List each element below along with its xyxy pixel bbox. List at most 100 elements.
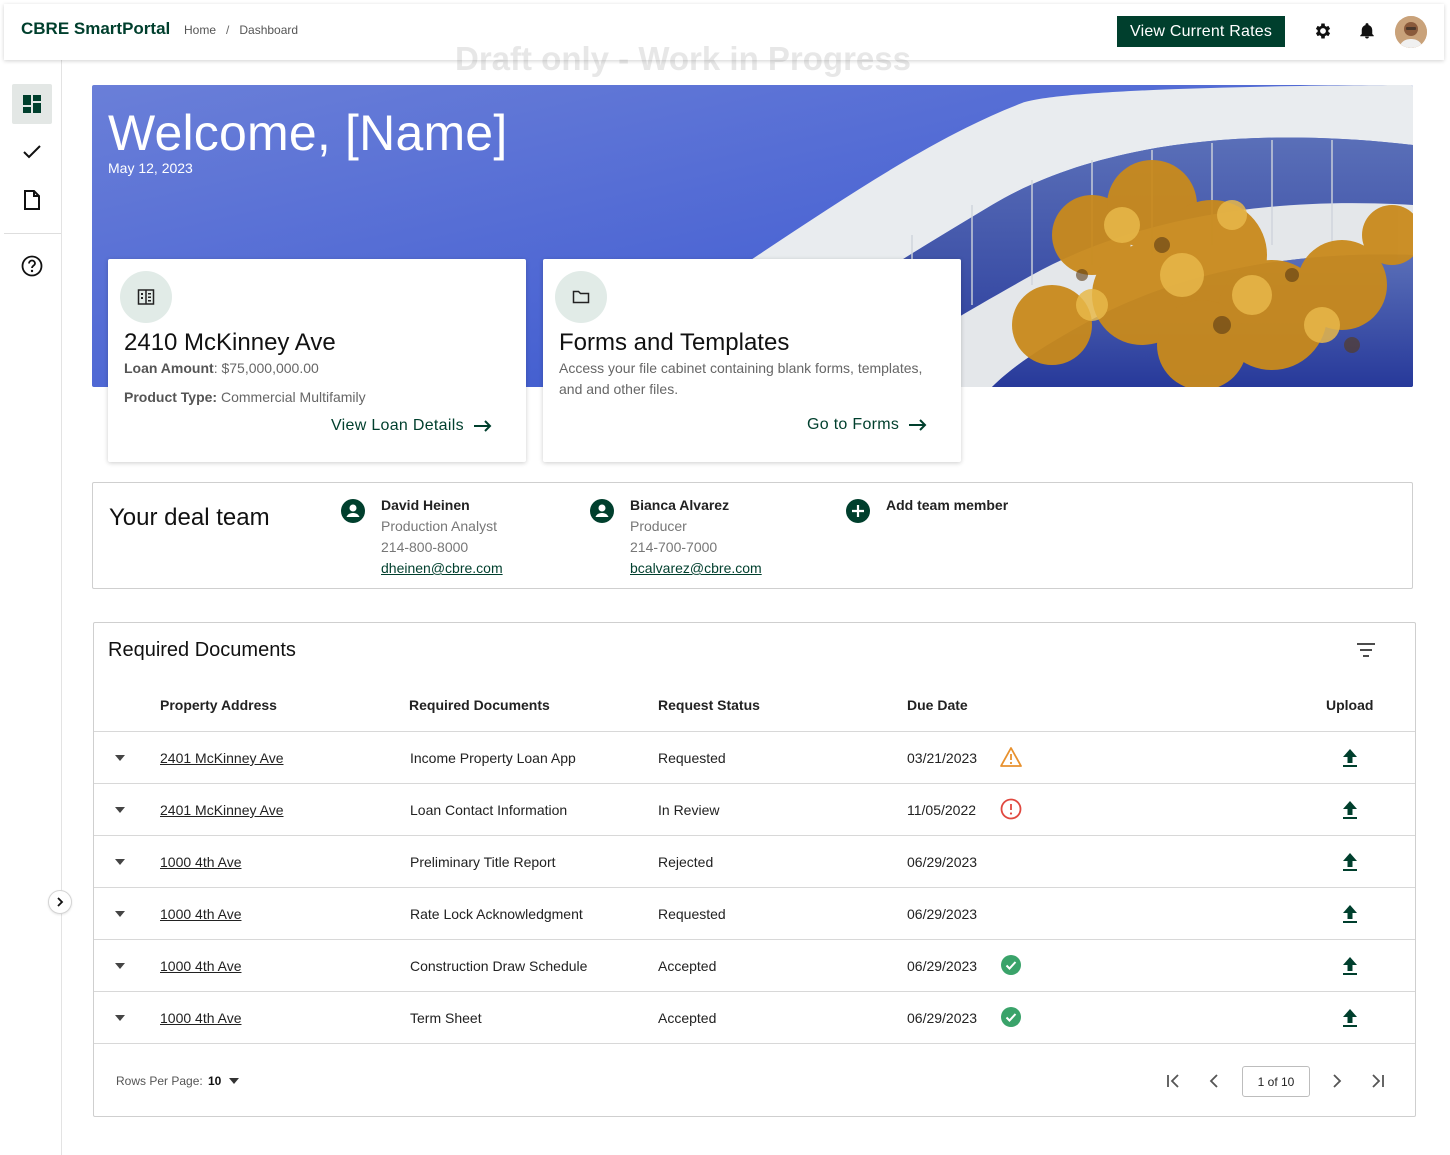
- member-email-link[interactable]: dheinen@cbre.com: [381, 560, 503, 576]
- sidebar-item-help[interactable]: [12, 246, 52, 286]
- required-document-name: Construction Draw Schedule: [410, 958, 588, 974]
- column-header-property-address[interactable]: Property Address: [160, 697, 277, 713]
- upload-icon[interactable]: [1341, 956, 1359, 976]
- chevron-right-icon: [57, 897, 64, 907]
- last-page-icon: [1372, 1074, 1384, 1088]
- document-icon: [24, 190, 40, 210]
- go-to-forms-link[interactable]: Go to Forms: [807, 416, 927, 434]
- property-address-link[interactable]: 1000 4th Ave: [160, 906, 241, 922]
- due-date: 11/05/2022: [907, 802, 977, 818]
- rows-per-page-select[interactable]: 10: [208, 1074, 240, 1088]
- check-circle-icon: [1000, 954, 1022, 976]
- due-date: 03/21/2023: [907, 750, 978, 766]
- welcome-date: May 12, 2023: [108, 160, 193, 176]
- filter-icon[interactable]: [1355, 641, 1377, 659]
- request-status: In Review: [658, 802, 720, 818]
- sidebar-expand-button[interactable]: [48, 890, 72, 914]
- table-row: 1000 4th Ave Construction Draw Schedule Ac…: [94, 940, 1415, 992]
- member-role: Producer: [630, 518, 687, 534]
- sidebar-divider: [4, 233, 61, 234]
- product-type-value: Commercial Multifamily: [217, 389, 366, 405]
- draft-watermark: Draft only - Work in Progress: [455, 40, 911, 77]
- property-address-link[interactable]: 1000 4th Ave: [160, 1010, 241, 1026]
- upload-icon[interactable]: [1341, 1008, 1359, 1028]
- folder-icon: [555, 271, 607, 323]
- breadcrumb: Home / Dashboard: [184, 23, 298, 37]
- expand-row-icon[interactable]: [114, 962, 126, 970]
- building-icon: [120, 271, 172, 323]
- chevron-left-icon: [1209, 1074, 1218, 1088]
- chevron-right-icon: [1333, 1074, 1342, 1088]
- first-page-icon: [1167, 1074, 1179, 1088]
- avatar[interactable]: [1395, 16, 1427, 48]
- due-date: 06/29/2023: [907, 958, 978, 974]
- expand-row-icon[interactable]: [114, 858, 126, 866]
- app-root: CBRE SmartPortal Home / Dashboard View C…: [0, 0, 1450, 1155]
- column-header-request-status[interactable]: Request Status: [658, 697, 760, 713]
- property-address-link[interactable]: 2401 McKinney Ave: [160, 750, 284, 766]
- member-name: Bianca Alvarez: [630, 497, 730, 513]
- page-indicator[interactable]: 1 of 10: [1242, 1066, 1310, 1097]
- product-type: Product Type: Commercial Multifamily: [124, 389, 366, 405]
- rows-per-page-value: 10: [208, 1074, 222, 1088]
- required-documents-table: Required Documents Property Address Requ…: [93, 622, 1416, 1117]
- help-icon: [21, 255, 43, 277]
- upload-icon[interactable]: [1341, 852, 1359, 872]
- table-row: 2401 McKinney Ave Loan Contact Informatio…: [94, 784, 1415, 836]
- gear-icon[interactable]: [1312, 20, 1334, 42]
- expand-row-icon[interactable]: [114, 1014, 126, 1022]
- team-member: Bianca Alvarez Producer 214-700-7000 bca…: [590, 497, 810, 577]
- row-divider: [94, 1043, 1415, 1044]
- loan-card: 2410 McKinney Ave Loan Amount: $75,000,0…: [108, 259, 526, 462]
- alert-circle-icon: [1000, 798, 1022, 820]
- request-status: Rejected: [658, 854, 714, 870]
- member-role: Production Analyst: [381, 518, 497, 534]
- last-page-button[interactable]: [1367, 1069, 1387, 1093]
- go-to-forms-label: Go to Forms: [807, 416, 900, 433]
- member-phone: 214-800-8000: [381, 539, 469, 555]
- bell-icon[interactable]: [1356, 20, 1378, 42]
- sidebar-item-tasks[interactable]: [12, 132, 52, 172]
- member-name: David Heinen: [381, 497, 470, 513]
- sidebar: [4, 60, 62, 1155]
- required-document-name: Term Sheet: [410, 1010, 482, 1026]
- member-email-link[interactable]: bcalvarez@cbre.com: [630, 560, 762, 576]
- view-loan-details-link[interactable]: View Loan Details: [331, 417, 492, 435]
- add-team-member-button[interactable]: Add team member: [846, 497, 1046, 527]
- request-status: Requested: [658, 750, 726, 766]
- deal-team-title: Your deal team: [109, 504, 270, 531]
- expand-row-icon[interactable]: [114, 754, 126, 762]
- column-header-upload: Upload: [1326, 697, 1374, 713]
- upload-icon[interactable]: [1341, 800, 1359, 820]
- view-current-rates-button[interactable]: View Current Rates: [1117, 16, 1285, 47]
- required-document-name: Rate Lock Acknowledgment: [410, 906, 583, 922]
- property-address-link[interactable]: 2401 McKinney Ave: [160, 802, 284, 818]
- request-status: Accepted: [658, 1010, 717, 1026]
- column-header-required-documents[interactable]: Required Documents: [409, 697, 550, 713]
- brand-logo[interactable]: CBRE SmartPortal: [21, 19, 170, 39]
- check-icon: [23, 145, 41, 159]
- caret-down-icon: [229, 1078, 240, 1084]
- column-header-due-date[interactable]: Due Date: [907, 697, 968, 713]
- breadcrumb-home[interactable]: Home: [184, 23, 216, 37]
- view-loan-details-label: View Loan Details: [331, 417, 464, 434]
- next-page-button[interactable]: [1327, 1069, 1347, 1093]
- arrow-right-icon: [909, 419, 927, 431]
- required-documents-title: Required Documents: [108, 639, 296, 661]
- upload-icon[interactable]: [1341, 904, 1359, 924]
- first-page-button[interactable]: [1164, 1069, 1184, 1093]
- table-row: 2401 McKinney Ave Income Property Loan Ap…: [94, 732, 1415, 784]
- expand-row-icon[interactable]: [114, 910, 126, 918]
- sidebar-item-documents[interactable]: [12, 180, 52, 220]
- warning-icon: [1000, 746, 1022, 768]
- breadcrumb-separator: /: [226, 23, 230, 37]
- sidebar-item-dashboard[interactable]: [12, 84, 52, 124]
- upload-icon[interactable]: [1341, 748, 1359, 768]
- product-type-label: Product Type:: [124, 389, 218, 405]
- property-address-link[interactable]: 1000 4th Ave: [160, 958, 241, 974]
- previous-page-button[interactable]: [1204, 1069, 1224, 1093]
- expand-row-icon[interactable]: [114, 806, 126, 814]
- required-document-name: Loan Contact Information: [410, 802, 568, 818]
- property-address-link[interactable]: 1000 4th Ave: [160, 854, 241, 870]
- forms-card: Forms and Templates Access your file cab…: [543, 259, 961, 462]
